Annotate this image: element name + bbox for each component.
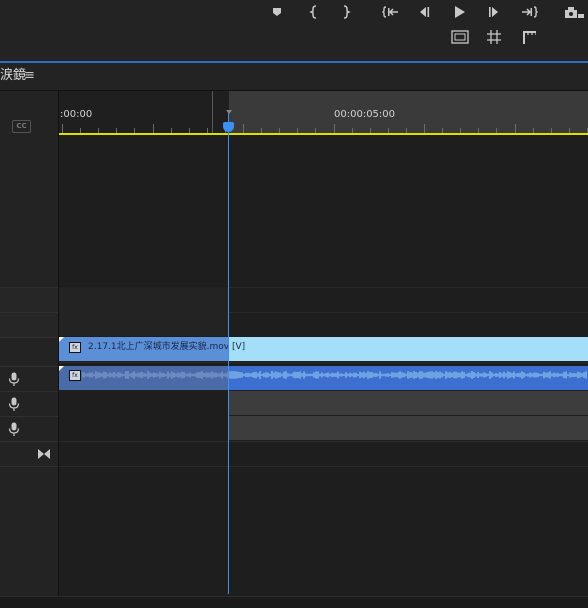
- clip-corner-marker: [59, 366, 64, 371]
- go-to-in-icon[interactable]: [382, 4, 400, 20]
- step-forward-icon[interactable]: [487, 4, 501, 20]
- panel-menu-icon[interactable]: ≡: [24, 68, 35, 84]
- ruler-tick: [62, 124, 63, 133]
- play-icon[interactable]: [452, 4, 466, 20]
- ruler-tick: [424, 124, 425, 133]
- crop-icon[interactable]: [520, 29, 538, 45]
- fx-badge-icon[interactable]: fx: [69, 370, 81, 381]
- add-marker-icon[interactable]: [270, 4, 284, 20]
- track-header-v1[interactable]: [0, 312, 58, 337]
- track-header-video[interactable]: [0, 337, 58, 362]
- safe-margins-icon[interactable]: [451, 29, 469, 45]
- audio-track-lane-a2[interactable]: [229, 391, 588, 415]
- mark-in-icon[interactable]: [308, 4, 320, 20]
- track-lane-left: [59, 287, 229, 336]
- clip-corner-marker: [59, 337, 64, 342]
- fx-badge-icon[interactable]: fx: [69, 342, 81, 353]
- microphone-icon[interactable]: [8, 421, 20, 436]
- track-separator: [59, 466, 588, 467]
- video-clip-label: 2.17.1北上广深城市发展实貌.mov [V]: [88, 342, 246, 352]
- go-to-out-icon[interactable]: [520, 4, 538, 20]
- track-separator: [59, 441, 588, 442]
- audio-track-lane-a3[interactable]: [229, 416, 588, 440]
- playhead-line[interactable]: [228, 110, 229, 594]
- ruler-tick: [333, 124, 335, 133]
- track-separator: [59, 362, 588, 363]
- microphone-icon[interactable]: [8, 396, 20, 411]
- ruler-tick: [514, 124, 516, 133]
- audio-waveform: [82, 371, 587, 379]
- ruler-tick: [152, 124, 154, 133]
- mix-bowtie-icon[interactable]: [37, 445, 51, 459]
- mark-out-icon[interactable]: [340, 4, 352, 20]
- ruler-divider: [212, 91, 213, 134]
- grid-icon[interactable]: [486, 29, 502, 45]
- export-frame-icon[interactable]: [562, 4, 584, 20]
- step-back-icon[interactable]: [417, 4, 431, 20]
- captions-toggle[interactable]: CC: [12, 120, 31, 133]
- ruler-timecode-mid: 00:00:05:00: [334, 109, 396, 120]
- track-header-v2[interactable]: [0, 287, 58, 312]
- ruler-timecode-start: :00:00: [60, 109, 93, 120]
- microphone-icon[interactable]: [8, 371, 20, 386]
- timeline-panel-header: [0, 63, 588, 91]
- timeline-scrollbar[interactable]: [0, 596, 588, 608]
- ruler-tick: [243, 124, 244, 133]
- ruler-out-of-range: [229, 91, 588, 134]
- sequence-tab-title[interactable]: 涙鏡: [0, 68, 26, 84]
- playhead-marker-icon: [226, 110, 232, 114]
- track-header-divider: [0, 466, 58, 468]
